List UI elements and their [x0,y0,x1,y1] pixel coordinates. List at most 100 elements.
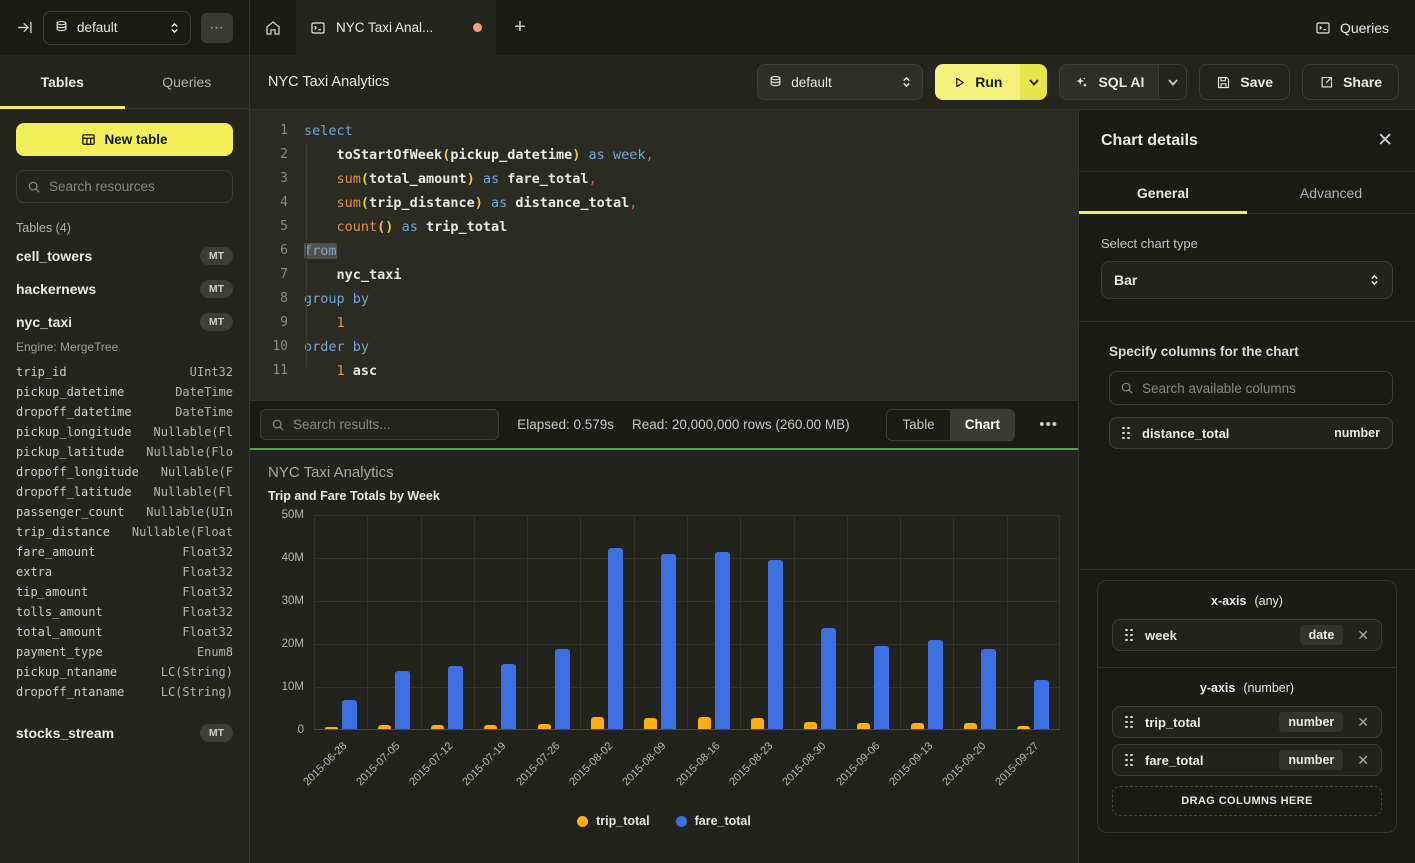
column-row: pickup_datetimeDateTime [0,382,249,402]
toggle-table[interactable]: Table [887,410,951,440]
drag-handle-icon[interactable] [1125,629,1133,642]
home-icon [264,19,282,37]
tables-list: cell_towersMThackernewsMTnyc_taxiMTEngin… [0,239,249,863]
run-options-button[interactable] [1020,64,1047,100]
code-line: 8group by [262,287,1078,311]
available-columns-list: distance_totalnumber [1109,417,1393,449]
rows-read: Read: 20,000,000 rows (260.00 MB) [632,417,850,432]
column-chip[interactable]: trip_totalnumber✕ [1112,706,1382,738]
trip_total-bar [1017,726,1030,729]
chart-details-panel: Chart details ✕ General Advanced Select … [1078,110,1415,863]
sql-ai-button-group: SQL AI [1059,64,1187,100]
column-row: dropoff_datetimeDateTime [0,402,249,422]
share-button[interactable]: Share [1302,64,1399,100]
tab-advanced[interactable]: Advanced [1247,172,1415,213]
column-chip[interactable]: fare_totalnumber✕ [1112,744,1382,776]
bar-group [1007,515,1060,729]
results-search-input[interactable] [293,417,488,432]
y-tick-label: 50M [282,509,304,521]
code-line: 7 nyc_taxi [262,263,1078,287]
toggle-chart[interactable]: Chart [950,410,1014,440]
code-line: 10order by [262,335,1078,359]
chevron-updown-icon [901,75,912,89]
remove-column-icon[interactable]: ✕ [1355,752,1369,769]
search-icon [1120,381,1134,395]
collapse-arrow-icon [16,19,33,36]
table-row[interactable]: cell_towersMT [0,239,249,272]
queries-icon [1315,20,1331,36]
sidebar-more-button[interactable]: ⋯ [201,13,233,43]
queries-button[interactable]: Queries [1289,0,1415,55]
drag-columns-dropzone[interactable]: DRAG COLUMNS HERE [1112,786,1382,816]
fare_total-bar [448,666,463,729]
database-icon [54,20,69,35]
chart-type-select[interactable]: Bar [1101,261,1393,299]
sql-ai-button[interactable]: SQL AI [1060,65,1158,99]
chevron-down-icon [1168,79,1178,86]
fare_total-bar [555,649,570,729]
chart-subtitle: Trip and Fare Totals by Week [268,487,1060,505]
table-row[interactable]: stocks_streamMT [0,716,249,749]
table-row[interactable]: hackernewsMT [0,272,249,305]
share-icon [1319,75,1334,90]
sidebar-search-input[interactable] [49,179,226,194]
remove-column-icon[interactable]: ✕ [1355,627,1369,644]
remove-column-icon[interactable]: ✕ [1355,714,1369,731]
code-line: 5 count() as trip_total [262,215,1078,239]
column-chip[interactable]: weekdate✕ [1112,619,1382,651]
save-icon [1216,75,1231,90]
type-badge: number [1334,426,1380,440]
y-tick-label: 20M [282,638,304,650]
legend-item[interactable]: fare_total [676,814,751,828]
divider [1079,321,1415,322]
drag-handle-icon[interactable] [1125,754,1133,767]
database-value: default [77,20,161,35]
bar-group [367,515,420,729]
close-panel-button[interactable]: ✕ [1377,131,1393,150]
new-table-button[interactable]: New table [16,123,233,156]
chart-card: NYC Taxi Analytics Trip and Fare Totals … [250,448,1078,863]
columns-search-input[interactable] [1142,381,1382,396]
new-tab-button[interactable]: + [496,0,544,55]
chart-details-body: Select chart type Bar Specify columns fo… [1079,214,1415,863]
sidebar-tab-tables[interactable]: Tables [0,55,125,108]
axes-section: x-axis(any) weekdate✕ y-axis(number) tri… [1079,569,1415,833]
editor-tab[interactable]: NYC Taxi Anal... [296,0,496,55]
tab-general[interactable]: General [1079,172,1247,213]
results-more-button[interactable]: ••• [1033,416,1064,433]
column-row: dropoff_ntanameLC(String) [0,682,249,702]
main-area: NYC Taxi Anal... + Queries NYC Taxi Anal… [250,0,1415,863]
fare_total-bar [395,671,410,729]
run-button[interactable]: Run [935,64,1020,100]
fare_total-bar [874,646,889,729]
trip_total-bar [964,723,977,729]
home-button[interactable] [250,0,296,55]
results-view-toggle: Table Chart [886,409,1016,441]
bar-group [687,515,740,729]
editor-tab-title: NYC Taxi Anal... [336,20,463,35]
collapse-sidebar-button[interactable] [16,19,33,36]
column-chip[interactable]: distance_totalnumber [1109,417,1393,449]
drag-handle-icon[interactable] [1125,716,1133,729]
database-icon [768,75,783,90]
fare_total-bar [821,628,836,729]
trip_total-bar [431,725,444,729]
legend-dot [577,816,588,827]
bar-group [527,515,580,729]
sql-editor[interactable]: 1select2 toStartOfWeek(pickup_datetime) … [250,110,1078,400]
drag-handle-icon[interactable] [1122,427,1130,440]
table-row[interactable]: nyc_taxiMT [0,305,249,338]
sidebar-header: default ⋯ [0,0,249,55]
y-tick-label: 40M [282,552,304,564]
bar-group [421,515,474,729]
y-axis-labels: 50M40M30M20M10M0 [268,515,314,730]
app-root: default ⋯ Tables Queries New table Table… [0,0,1415,863]
code-line: 9 1 [262,311,1078,335]
legend-item[interactable]: trip_total [577,814,649,828]
tables-section-label: Tables (4) [16,221,233,235]
sidebar-database-selector[interactable]: default [43,11,191,45]
sidebar-tab-queries[interactable]: Queries [125,55,250,108]
sql-ai-options-button[interactable] [1158,65,1186,99]
toolbar-database-selector[interactable]: default [757,64,923,100]
save-button[interactable]: Save [1199,64,1290,100]
